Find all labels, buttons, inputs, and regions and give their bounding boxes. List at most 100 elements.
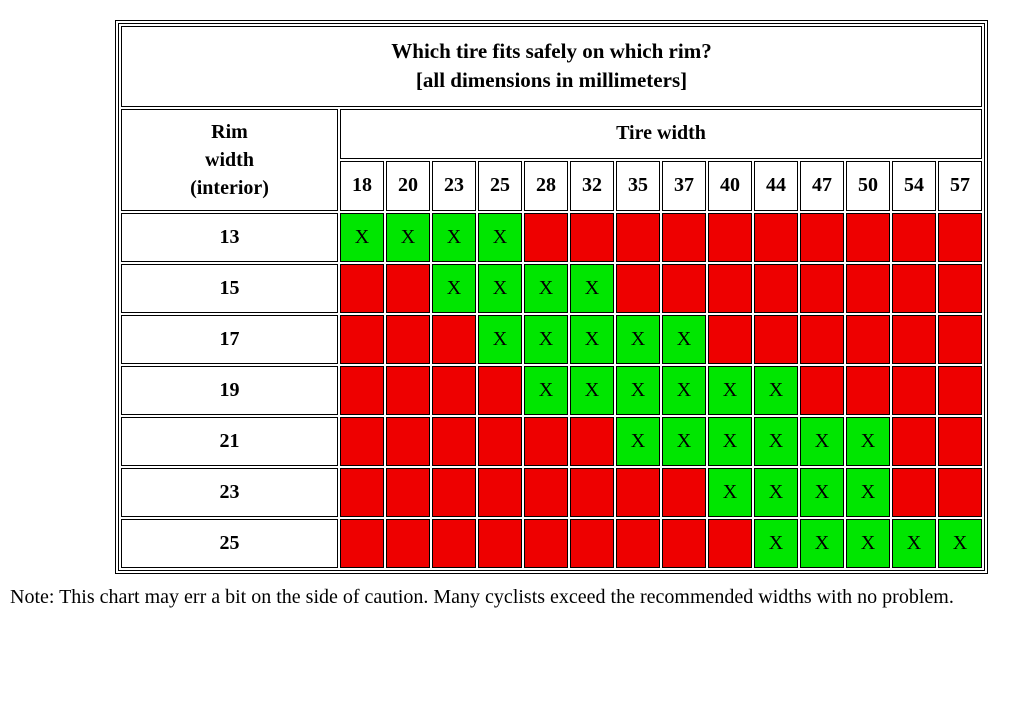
compatible-cell: X	[386, 213, 430, 262]
incompatible-cell	[524, 468, 568, 517]
incompatible-cell	[616, 519, 660, 568]
rim-width-value: 23	[121, 468, 338, 517]
compatible-cell: X	[616, 417, 660, 466]
table-row: 21XXXXXX	[121, 417, 982, 466]
tire-width-col: 25	[478, 161, 522, 211]
compatible-cell: X	[662, 366, 706, 415]
rim-width-value: 19	[121, 366, 338, 415]
incompatible-cell	[340, 417, 384, 466]
compatible-cell: X	[754, 417, 798, 466]
incompatible-cell	[478, 519, 522, 568]
incompatible-cell	[938, 417, 982, 466]
compatible-cell: X	[570, 264, 614, 313]
incompatible-cell	[800, 315, 844, 364]
tire-width-col: 37	[662, 161, 706, 211]
incompatible-cell	[708, 213, 752, 262]
incompatible-cell	[570, 519, 614, 568]
incompatible-cell	[386, 468, 430, 517]
incompatible-cell	[846, 366, 890, 415]
incompatible-cell	[754, 315, 798, 364]
tire-width-col: 47	[800, 161, 844, 211]
incompatible-cell	[524, 519, 568, 568]
compatible-cell: X	[754, 519, 798, 568]
compatible-cell: X	[708, 468, 752, 517]
rim-width-value: 17	[121, 315, 338, 364]
incompatible-cell	[708, 264, 752, 313]
table-row: 23XXXX	[121, 468, 982, 517]
incompatible-cell	[386, 519, 430, 568]
compatible-cell: X	[570, 315, 614, 364]
incompatible-cell	[432, 519, 476, 568]
incompatible-cell	[938, 468, 982, 517]
incompatible-cell	[524, 213, 568, 262]
incompatible-cell	[892, 213, 936, 262]
incompatible-cell	[386, 417, 430, 466]
incompatible-cell	[386, 264, 430, 313]
compatible-cell: X	[478, 315, 522, 364]
tire-rim-compatibility-table: Which tire fits safely on which rim? [al…	[115, 20, 988, 574]
incompatible-cell	[340, 366, 384, 415]
tire-width-col: 40	[708, 161, 752, 211]
compatible-cell: X	[524, 366, 568, 415]
incompatible-cell	[478, 468, 522, 517]
tire-width-col: 32	[570, 161, 614, 211]
compatible-cell: X	[524, 315, 568, 364]
incompatible-cell	[846, 315, 890, 364]
rim-width-value: 13	[121, 213, 338, 262]
incompatible-cell	[340, 468, 384, 517]
incompatible-cell	[478, 366, 522, 415]
compatible-cell: X	[800, 468, 844, 517]
rim-width-value: 15	[121, 264, 338, 313]
incompatible-cell	[662, 468, 706, 517]
table-row: 17XXXXX	[121, 315, 982, 364]
compatible-cell: X	[846, 468, 890, 517]
incompatible-cell	[386, 366, 430, 415]
title-line-1: Which tire fits safely on which rim?	[391, 39, 711, 63]
compatible-cell: X	[800, 417, 844, 466]
incompatible-cell	[662, 264, 706, 313]
incompatible-cell	[432, 366, 476, 415]
tire-width-col: 50	[846, 161, 890, 211]
rim-width-value: 25	[121, 519, 338, 568]
incompatible-cell	[432, 315, 476, 364]
table-title: Which tire fits safely on which rim? [al…	[121, 26, 982, 107]
incompatible-cell	[938, 366, 982, 415]
incompatible-cell	[340, 519, 384, 568]
compatible-cell: X	[340, 213, 384, 262]
table-row: 15XXXX	[121, 264, 982, 313]
incompatible-cell	[892, 315, 936, 364]
rim-width-value: 21	[121, 417, 338, 466]
incompatible-cell	[892, 264, 936, 313]
table-row: 19XXXXXX	[121, 366, 982, 415]
incompatible-cell	[524, 417, 568, 466]
compatible-cell: X	[616, 366, 660, 415]
incompatible-cell	[570, 213, 614, 262]
incompatible-cell	[754, 213, 798, 262]
incompatible-cell	[340, 315, 384, 364]
incompatible-cell	[846, 264, 890, 313]
incompatible-cell	[570, 417, 614, 466]
compatible-cell: X	[754, 366, 798, 415]
incompatible-cell	[938, 315, 982, 364]
incompatible-cell	[892, 366, 936, 415]
incompatible-cell	[846, 213, 890, 262]
table-row: 13XXXX	[121, 213, 982, 262]
tire-width-col: 20	[386, 161, 430, 211]
compatible-cell: X	[478, 264, 522, 313]
incompatible-cell	[616, 213, 660, 262]
incompatible-cell	[892, 417, 936, 466]
incompatible-cell	[708, 519, 752, 568]
incompatible-cell	[478, 417, 522, 466]
compatible-cell: X	[432, 264, 476, 313]
compatible-cell: X	[662, 315, 706, 364]
compatible-cell: X	[800, 519, 844, 568]
tire-width-col: 18	[340, 161, 384, 211]
compatible-cell: X	[478, 213, 522, 262]
incompatible-cell	[386, 315, 430, 364]
incompatible-cell	[892, 468, 936, 517]
incompatible-cell	[616, 264, 660, 313]
tire-width-col: 44	[754, 161, 798, 211]
incompatible-cell	[754, 264, 798, 313]
tire-width-col: 28	[524, 161, 568, 211]
incompatible-cell	[662, 213, 706, 262]
